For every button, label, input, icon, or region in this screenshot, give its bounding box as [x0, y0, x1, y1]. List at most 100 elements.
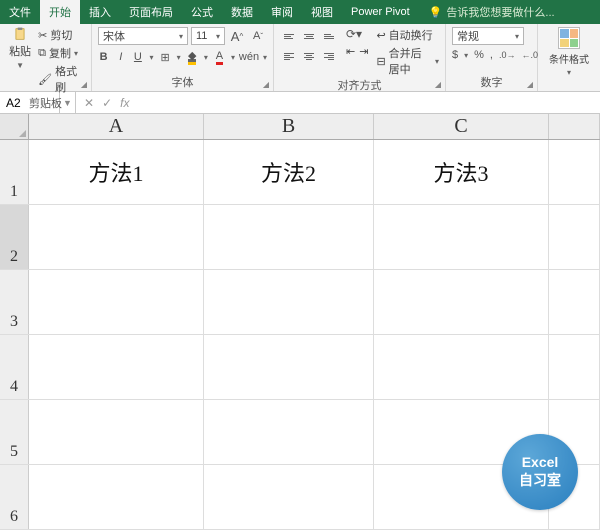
cell-b4[interactable]: [204, 335, 374, 399]
font-size-value: 11: [196, 30, 207, 42]
cell-b2[interactable]: [204, 205, 374, 269]
percent-button[interactable]: %: [474, 49, 484, 61]
row-2: 2: [0, 205, 600, 270]
cut-label: 剪切: [50, 27, 72, 43]
alignment-expand-icon[interactable]: ◢: [433, 79, 443, 89]
increase-decimal-button[interactable]: .0→: [499, 50, 516, 60]
tab-review[interactable]: 审阅: [262, 0, 302, 24]
tab-view[interactable]: 视图: [302, 0, 342, 24]
cell-a6[interactable]: [29, 465, 204, 529]
enter-formula-icon[interactable]: ✓: [102, 96, 112, 110]
tab-insert[interactable]: 插入: [80, 0, 120, 24]
tab-data[interactable]: 数据: [222, 0, 262, 24]
cell-a4[interactable]: [29, 335, 204, 399]
chevron-down-icon[interactable]: ▾: [149, 53, 153, 62]
bold-button[interactable]: B: [98, 51, 109, 63]
row-header-2[interactable]: 2: [0, 205, 29, 269]
number-format-select[interactable]: 常规▾: [452, 27, 524, 45]
number-expand-icon[interactable]: ◢: [525, 79, 535, 89]
tab-powerpivot[interactable]: Power Pivot: [342, 0, 419, 24]
copy-button[interactable]: ⧉复制▾: [38, 45, 85, 61]
font-color-button[interactable]: A: [214, 50, 225, 65]
comma-button[interactable]: ,: [490, 49, 493, 61]
font-size-select[interactable]: 11▾: [191, 27, 225, 45]
accounting-format-button[interactable]: $: [452, 49, 458, 61]
cancel-formula-icon[interactable]: ✕: [84, 96, 94, 110]
chevron-down-icon[interactable]: ▾: [204, 53, 208, 62]
cut-button[interactable]: ✂剪切: [38, 27, 85, 43]
cell-a3[interactable]: [29, 270, 204, 334]
paste-button[interactable]: 粘贴 ▼: [6, 27, 34, 95]
chevron-down-icon[interactable]: ▾: [177, 53, 181, 62]
font-expand-icon[interactable]: ◢: [261, 79, 271, 89]
cell-a5[interactable]: [29, 400, 204, 464]
column-header-d[interactable]: [549, 114, 600, 139]
watermark-line1: Excel: [522, 454, 559, 470]
wrap-text-button[interactable]: ↩自动换行: [376, 27, 439, 43]
column-header-c[interactable]: C: [374, 114, 549, 139]
chevron-down-icon[interactable]: ▾: [263, 53, 267, 62]
fill-color-button[interactable]: ◆: [187, 49, 198, 65]
select-all-corner[interactable]: [0, 114, 29, 139]
orientation-button[interactable]: ⟳▾: [346, 27, 368, 41]
cell-c1[interactable]: 方法3: [374, 140, 549, 204]
tab-home[interactable]: 开始: [40, 0, 80, 24]
cell-d4[interactable]: [549, 335, 600, 399]
tab-strip: 文件 开始 插入 页面布局 公式 数据 审阅 视图 Power Pivot 💡 …: [0, 0, 600, 24]
align-bottom-button[interactable]: [320, 27, 338, 45]
increase-indent-button[interactable]: ⇥: [359, 45, 368, 58]
row-header-1[interactable]: 1: [0, 140, 29, 204]
border-button[interactable]: ⊞: [159, 51, 170, 64]
brush-icon: 🖌: [38, 73, 52, 86]
tab-formulas[interactable]: 公式: [182, 0, 222, 24]
row-header-3[interactable]: 3: [0, 270, 29, 334]
align-left-button[interactable]: [280, 47, 298, 65]
align-center-button[interactable]: [300, 47, 318, 65]
cell-b6[interactable]: [204, 465, 374, 529]
italic-button[interactable]: I: [115, 51, 126, 63]
tab-file[interactable]: 文件: [0, 0, 40, 24]
formula-input[interactable]: [137, 92, 600, 113]
tell-me-search[interactable]: 💡 告诉我您想要做什么...: [419, 0, 555, 24]
decrease-decimal-button[interactable]: ←.0: [522, 50, 539, 60]
underline-button[interactable]: U: [132, 51, 143, 63]
cell-a1[interactable]: 方法1: [29, 140, 204, 204]
row-header-4[interactable]: 4: [0, 335, 29, 399]
chevron-down-icon: ▼: [16, 61, 24, 70]
format-painter-button[interactable]: 🖌格式刷: [38, 63, 85, 95]
increase-font-button[interactable]: A^: [228, 27, 246, 45]
paste-icon: [13, 27, 27, 41]
phonetic-button[interactable]: wén: [241, 51, 257, 63]
cell-c3[interactable]: [374, 270, 549, 334]
cell-d3[interactable]: [549, 270, 600, 334]
column-header-a[interactable]: A: [29, 114, 204, 139]
watermark-badge: Excel 自习室: [502, 434, 578, 510]
conditional-formatting-button[interactable]: 条件格式 ▾: [544, 27, 594, 77]
row-4: 4: [0, 335, 600, 400]
cell-a2[interactable]: [29, 205, 204, 269]
merge-center-button[interactable]: ⊟合并后居中▾: [376, 45, 439, 77]
align-top-button[interactable]: [280, 27, 298, 45]
merge-label: 合并后居中: [389, 45, 432, 77]
decrease-indent-button[interactable]: ⇤: [346, 45, 355, 58]
cell-c2[interactable]: [374, 205, 549, 269]
tab-page-layout[interactable]: 页面布局: [120, 0, 182, 24]
font-name-select[interactable]: 宋体▾: [98, 27, 188, 45]
align-middle-button[interactable]: [300, 27, 318, 45]
align-right-button[interactable]: [320, 47, 338, 65]
row-header-6[interactable]: 6: [0, 465, 29, 529]
clipboard-expand-icon[interactable]: ◢: [79, 79, 89, 89]
row-header-5[interactable]: 5: [0, 400, 29, 464]
chevron-down-icon[interactable]: ▾: [231, 53, 235, 62]
cell-b5[interactable]: [204, 400, 374, 464]
cell-d1[interactable]: [549, 140, 600, 204]
column-header-b[interactable]: B: [204, 114, 374, 139]
fx-icon[interactable]: fx: [120, 96, 129, 110]
row-1: 1 方法1 方法2 方法3: [0, 140, 600, 205]
decrease-font-button[interactable]: Aˇ: [249, 27, 267, 45]
cell-c4[interactable]: [374, 335, 549, 399]
cell-b1[interactable]: 方法2: [204, 140, 374, 204]
cell-b3[interactable]: [204, 270, 374, 334]
cell-d2[interactable]: [549, 205, 600, 269]
chevron-down-icon[interactable]: ▾: [464, 51, 468, 60]
